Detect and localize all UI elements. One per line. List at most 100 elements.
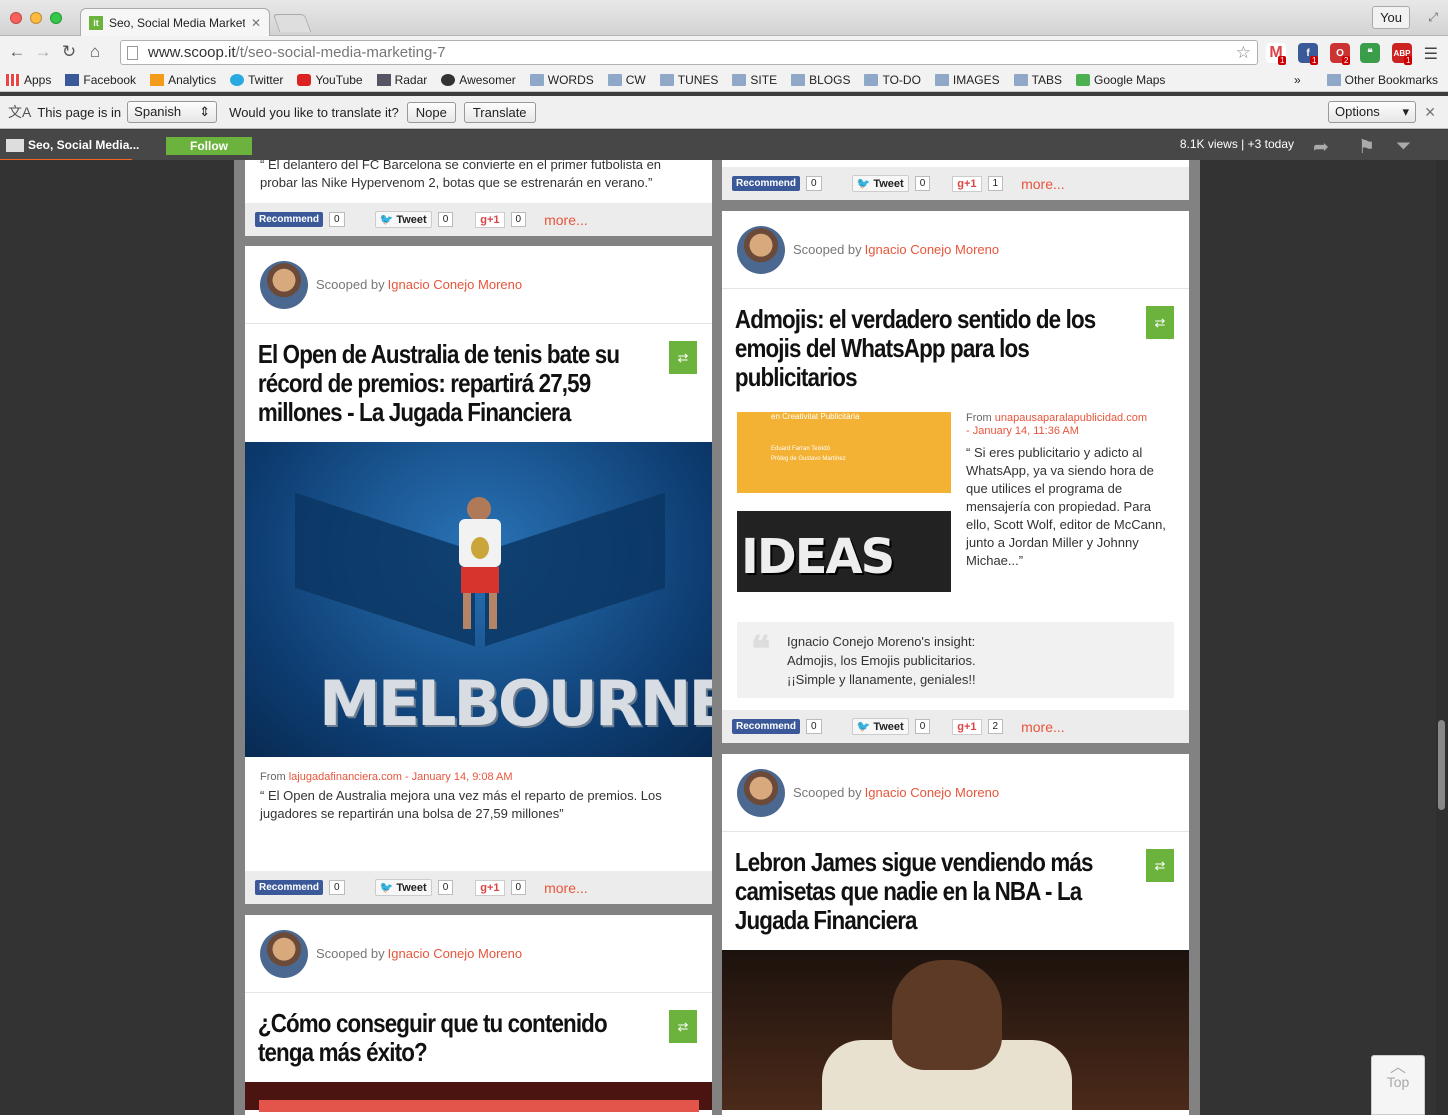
folder-icon: [791, 73, 806, 86]
author-link[interactable]: Ignacio Conejo Moreno: [865, 785, 999, 800]
bookmark-twitter[interactable]: Twitter: [230, 73, 283, 87]
zoom-window-button[interactable]: [50, 12, 62, 24]
facebook-recommend-button[interactable]: Recommend: [255, 212, 324, 227]
plus-count: 2: [987, 719, 1004, 734]
tweet-button[interactable]: 🐦 Tweet: [851, 718, 909, 735]
post-title[interactable]: Lebron James sigue vendiendo más camiset…: [722, 832, 1191, 950]
other-bookmarks[interactable]: » Other Bookmarks: [1294, 73, 1438, 87]
home-icon[interactable]: ⌂: [82, 42, 108, 62]
close-translate-bar-icon[interactable]: ✕: [1424, 104, 1436, 121]
post-image[interactable]: [245, 1082, 712, 1112]
flag-icon[interactable]: ⚑: [1358, 136, 1375, 159]
folder-icon: [732, 73, 747, 86]
post-image[interactable]: en Creativitat Publicitària Eduard Farra…: [737, 412, 951, 592]
bookmark-radar[interactable]: Radar: [376, 73, 427, 87]
scoop-feed: “ El delantero del FC Barcelona se convi…: [0, 160, 1448, 1115]
address-bar[interactable]: www.scoop.it/t/seo-social-media-marketin…: [120, 40, 1258, 65]
bookmark-youtube[interactable]: YouTube: [297, 73, 363, 87]
views-counter: 8.1K views | +3 today: [1179, 137, 1294, 151]
insight-line: Admojis, los Emojis publicitarios.: [787, 653, 976, 668]
google-plus-button[interactable]: g+1: [475, 211, 505, 228]
scrollbar-track[interactable]: [1436, 160, 1448, 1115]
google-plus-button[interactable]: g+1: [952, 718, 982, 735]
facebook-recommend-button[interactable]: Recommend: [732, 719, 801, 734]
follow-button[interactable]: Follow: [166, 137, 252, 155]
translate-bar: 文A This page is in Spanish ⇕ Would you li…: [0, 96, 1448, 129]
bookmark-awesomer[interactable]: Awesomer: [441, 73, 516, 87]
more-link[interactable]: more...: [544, 880, 588, 896]
author-avatar[interactable]: [737, 768, 785, 817]
translate-button[interactable]: Translate: [463, 101, 536, 123]
browser-tab[interactable]: it Seo, Social Media Marketin ✕: [80, 8, 270, 36]
hangouts-extension-icon[interactable]: ❝: [1360, 43, 1380, 63]
post-title[interactable]: ¿Cómo conseguir que tu contenido tenga m…: [245, 993, 714, 1082]
author-link[interactable]: Ignacio Conejo Moreno: [865, 242, 999, 257]
translate-options-select[interactable]: Options ▾: [1328, 101, 1416, 123]
forward-icon[interactable]: →: [30, 42, 56, 62]
bookmark-folder-tabs[interactable]: TABS: [1013, 73, 1062, 87]
bookmark-folder-blogs[interactable]: BLOGS: [791, 73, 850, 87]
bookmark-google-maps[interactable]: Google Maps: [1076, 73, 1165, 87]
back-to-top-button[interactable]: ︿ Top: [1371, 1055, 1425, 1115]
reload-icon[interactable]: ↻: [56, 42, 82, 62]
facebook-icon: [65, 73, 80, 86]
author-avatar[interactable]: [260, 260, 308, 309]
share-arrow-icon[interactable]: ➦: [1313, 136, 1329, 159]
bookmark-folder-cw[interactable]: CW: [607, 73, 646, 87]
extension-badge: 2: [1342, 56, 1351, 65]
google-plus-button[interactable]: g+1: [952, 175, 982, 192]
author-link[interactable]: Ignacio Conejo Moreno: [388, 277, 522, 292]
more-link[interactable]: more...: [1021, 176, 1065, 192]
more-link[interactable]: more...: [1021, 719, 1065, 735]
bookmark-folder-words[interactable]: WORDS: [529, 73, 594, 87]
bookmarks-overflow-button[interactable]: »: [1294, 73, 1301, 87]
plus-count: 0: [510, 212, 527, 227]
new-tab-button[interactable]: [272, 14, 312, 32]
source-link[interactable]: unapausaparalapublicidad.com: [995, 412, 1147, 424]
author-link[interactable]: Ignacio Conejo Moreno: [388, 946, 522, 961]
scrollbar-thumb[interactable]: [1438, 720, 1445, 810]
folder-icon: [607, 73, 622, 86]
topic-title[interactable]: Seo, Social Media...: [6, 138, 139, 152]
facebook-recommend-button[interactable]: Recommend: [255, 880, 324, 895]
chrome-menu-icon[interactable]: ☰: [1424, 44, 1438, 64]
bookmark-facebook[interactable]: Facebook: [65, 73, 136, 87]
image-subtitle: Pròleg de Gustavo Martínez: [771, 456, 846, 462]
bookmark-analytics[interactable]: Analytics: [150, 73, 216, 87]
author-avatar[interactable]: [260, 929, 308, 978]
tweet-button[interactable]: 🐦 Tweet: [851, 175, 909, 192]
post-title[interactable]: Admojis: el verdadero sentido de los emo…: [722, 289, 1191, 407]
bookmark-folder-site[interactable]: SITE: [732, 73, 777, 87]
post-title[interactable]: El Open de Australia de tenis bate su ré…: [245, 324, 714, 442]
more-link[interactable]: more...: [544, 212, 588, 228]
post-card: Scooped by Ignacio Conejo Moreno ⇄ Lebron…: [722, 754, 1189, 1115]
source-link[interactable]: lajugadafinanciera.com: [289, 771, 402, 783]
bookmark-folder-images[interactable]: IMAGES: [934, 73, 1000, 87]
post-image[interactable]: [722, 950, 1189, 1110]
analytics-icon: [150, 73, 165, 86]
post-image[interactable]: MELBOURNE: [245, 442, 712, 757]
filter-icon[interactable]: ⏷: [1396, 136, 1411, 158]
fullscreen-icon[interactable]: ⤢: [1428, 10, 1438, 25]
author-avatar[interactable]: [737, 225, 785, 274]
facebook-recommend-button[interactable]: Recommend: [732, 176, 801, 191]
close-window-button[interactable]: [10, 12, 22, 24]
bookmark-folder-tunes[interactable]: TUNES: [659, 73, 718, 87]
recommend-count: 0: [806, 176, 822, 191]
language-select[interactable]: Spanish ⇕: [127, 101, 218, 123]
extension-badge: 1: [1404, 56, 1413, 65]
close-tab-icon[interactable]: ✕: [251, 16, 261, 30]
nope-button[interactable]: Nope: [406, 101, 456, 123]
back-icon[interactable]: ←: [4, 42, 30, 62]
google-plus-button[interactable]: g+1: [475, 879, 505, 896]
tweet-button[interactable]: 🐦 Tweet: [374, 879, 432, 896]
folder-icon: [1013, 73, 1028, 86]
profile-button[interactable]: You: [1372, 6, 1410, 29]
bookmark-apps[interactable]: Apps: [6, 73, 51, 87]
tweet-count: 0: [914, 176, 931, 191]
minimize-window-button[interactable]: [30, 12, 42, 24]
twitter-icon: [230, 73, 245, 86]
tweet-button[interactable]: 🐦 Tweet: [374, 211, 432, 228]
bookmark-star-icon[interactable]: ☆: [1236, 43, 1251, 63]
bookmark-folder-todo[interactable]: TO-DO: [864, 73, 921, 87]
